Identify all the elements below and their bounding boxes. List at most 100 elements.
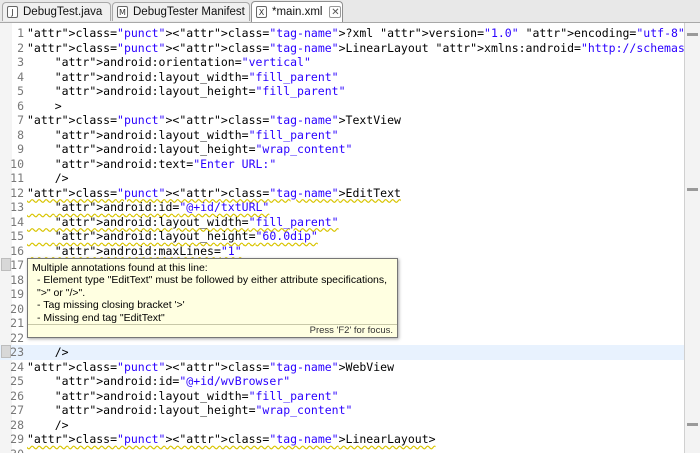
code-text: "attr">android:id="@+id/wvBrowser" — [54, 374, 291, 388]
line-number: 1 — [17, 26, 24, 40]
annotation-item: Missing end tag "EditText" — [37, 312, 392, 325]
tooltip-footer: Press 'F2' for focus. — [28, 324, 397, 337]
line-number: 12 — [10, 185, 24, 200]
line-number: 17 — [10, 258, 24, 272]
code-text: "attr">android:maxLines="1" — [54, 243, 242, 258]
line-number: 11 — [10, 171, 24, 185]
code-text: /> — [27, 417, 69, 432]
code-text: "attr">class="punct"><"attr">class="tag-… — [27, 359, 394, 374]
line-number: 15 — [10, 229, 24, 243]
line-number: 20 — [10, 301, 24, 316]
annotation-item: Tag missing closing bracket '>' — [37, 299, 392, 312]
line-number: 7 — [17, 113, 24, 127]
tab-main-xml[interactable]: X *main.xml ✕ — [251, 1, 343, 22]
code-text: "attr">android:layout_height="60.0dip" — [54, 229, 318, 243]
line-number: 23 — [10, 345, 24, 359]
code-text: "attr">android:layout_width="fill_parent… — [54, 127, 339, 142]
code-line[interactable]: 11 /> — [0, 171, 684, 186]
code-line[interactable]: 12 "attr">class="punct"><"attr">class="ta… — [0, 186, 684, 201]
code-line[interactable]: 7 "attr">class="punct"><"attr">class="tag… — [0, 113, 684, 128]
code-text: "attr">android:layout_height="fill_paren… — [54, 84, 346, 98]
tooltip-title: Multiple annotations found at this line: — [32, 262, 208, 274]
tab-debugtester-manifest[interactable]: M DebugTester Manifest — [112, 2, 250, 21]
line-number: 6 — [17, 98, 24, 113]
manifest-icon: M — [117, 6, 128, 18]
line-number: 2 — [17, 40, 24, 55]
code-text: > — [27, 98, 62, 113]
overview-marker[interactable] — [687, 423, 698, 426]
code-text: "attr">class="punct"><"attr">class="tag-… — [27, 26, 684, 40]
overview-marker[interactable] — [687, 33, 698, 36]
code-line[interactable]: 30 — [0, 447, 684, 453]
code-line[interactable]: 15 "attr">android:layout_height="60.0dip… — [0, 229, 684, 244]
code-text: /> — [27, 171, 69, 185]
code-line[interactable]: 26 "attr">android:layout_width="fill_par… — [0, 389, 684, 404]
code-text: "attr">android:id="@+id/txtURL" — [54, 200, 270, 214]
tab-label: *main.xml — [272, 6, 323, 18]
code-text: "attr">android:layout_width="fill_parent… — [54, 69, 339, 84]
line-number: 30 — [4, 447, 24, 453]
code-text: "attr">android:layout_width="fill_parent… — [54, 388, 339, 403]
line-number: 26 — [10, 388, 24, 403]
code-line[interactable]: 10 "attr">android:text="Enter URL:" — [0, 157, 684, 172]
line-number: 27 — [10, 403, 24, 417]
tab-label: DebugTester Manifest — [133, 6, 245, 18]
code-text: "attr">android:orientation="vertical" — [54, 55, 311, 69]
line-number: 9 — [17, 142, 24, 156]
code-text: /> — [27, 345, 69, 359]
code-line[interactable]: 16 "attr">android:maxLines="1" — [0, 244, 684, 259]
close-icon[interactable]: ✕ — [329, 6, 342, 18]
annotation-item: Element type "EditText" must be followed… — [37, 274, 392, 299]
line-number: 22 — [10, 330, 24, 345]
code-text: "attr">class="punct"><"attr">class="tag-… — [27, 113, 401, 127]
code-text: "attr">android:layout_height="wrap_conte… — [54, 142, 353, 156]
line-number: 5 — [17, 84, 24, 98]
tab-label: DebugTest.java — [23, 6, 103, 18]
code-text: "attr">android:layout_height="wrap_conte… — [54, 403, 353, 417]
line-number: 10 — [10, 156, 24, 171]
code-line[interactable]: 13 "attr">android:id="@+id/txtURL" — [0, 200, 684, 215]
code-line[interactable]: 1 "attr">class="punct"><"attr">class="tag… — [0, 26, 684, 41]
code-text: "attr">android:layout_width="fill_parent… — [54, 214, 339, 229]
code-line[interactable]: 6 > — [0, 99, 684, 114]
line-number: 4 — [17, 69, 24, 84]
line-number: 8 — [17, 127, 24, 142]
line-number: 29 — [10, 432, 24, 446]
line-number: 13 — [10, 200, 24, 214]
code-line[interactable]: 4 "attr">android:layout_width="fill_pare… — [0, 70, 684, 85]
code-line[interactable]: 2 "attr">class="punct"><"attr">class="tag… — [0, 41, 684, 56]
annotation-hover-tooltip: Multiple annotations found at this line:… — [27, 258, 398, 338]
java-file-icon: J — [7, 6, 18, 18]
code-text: "attr">class="punct"><"attr">class="tag-… — [27, 432, 436, 446]
code-line[interactable]: 28 /> — [0, 418, 684, 433]
line-number: 19 — [10, 287, 24, 301]
line-number: 28 — [10, 417, 24, 432]
annotation-list: Element type "EditText" must be followed… — [37, 274, 392, 324]
ide-window: J DebugTest.java M DebugTester Manifest … — [0, 0, 700, 453]
code-text: "attr">class="punct"><"attr">class="tag-… — [27, 185, 401, 200]
xml-source-editor[interactable]: 1 "attr">class="punct"><"attr">class="tag… — [0, 23, 684, 453]
code-line[interactable]: 9 "attr">android:layout_height="wrap_con… — [0, 142, 684, 157]
line-number: 16 — [10, 243, 24, 258]
code-line[interactable]: 3 "attr">android:orientation="vertical" — [0, 55, 684, 70]
code-text: "attr">class="punct"><"attr">class="tag-… — [27, 40, 684, 55]
line-number: 18 — [10, 272, 24, 287]
line-number: 24 — [10, 359, 24, 374]
code-line[interactable]: 23 /> — [0, 345, 684, 360]
code-line[interactable]: 8 "attr">android:layout_width="fill_pare… — [0, 128, 684, 143]
code-line[interactable]: 27 "attr">android:layout_height="wrap_co… — [0, 403, 684, 418]
line-number: 25 — [10, 374, 24, 388]
code-text: "attr">android:text="Enter URL:" — [54, 156, 277, 171]
code-line[interactable]: 25 "attr">android:id="@+id/wvBrowser" — [0, 374, 684, 389]
vertical-scrollbar[interactable] — [684, 23, 700, 453]
xml-file-icon: X — [256, 6, 267, 18]
code-line[interactable]: 14 "attr">android:layout_width="fill_par… — [0, 215, 684, 230]
line-number: 14 — [10, 214, 24, 229]
overview-marker[interactable] — [687, 188, 698, 191]
tab-debugtest-java[interactable]: J DebugTest.java — [2, 2, 111, 21]
line-number: 21 — [10, 316, 24, 330]
editor-tab-bar: J DebugTest.java M DebugTester Manifest … — [0, 0, 700, 23]
code-line[interactable]: 29 "attr">class="punct"><"attr">class="ta… — [0, 432, 684, 447]
code-line[interactable]: 5 "attr">android:layout_height="fill_par… — [0, 84, 684, 99]
code-line[interactable]: 24 "attr">class="punct"><"attr">class="ta… — [0, 360, 684, 375]
